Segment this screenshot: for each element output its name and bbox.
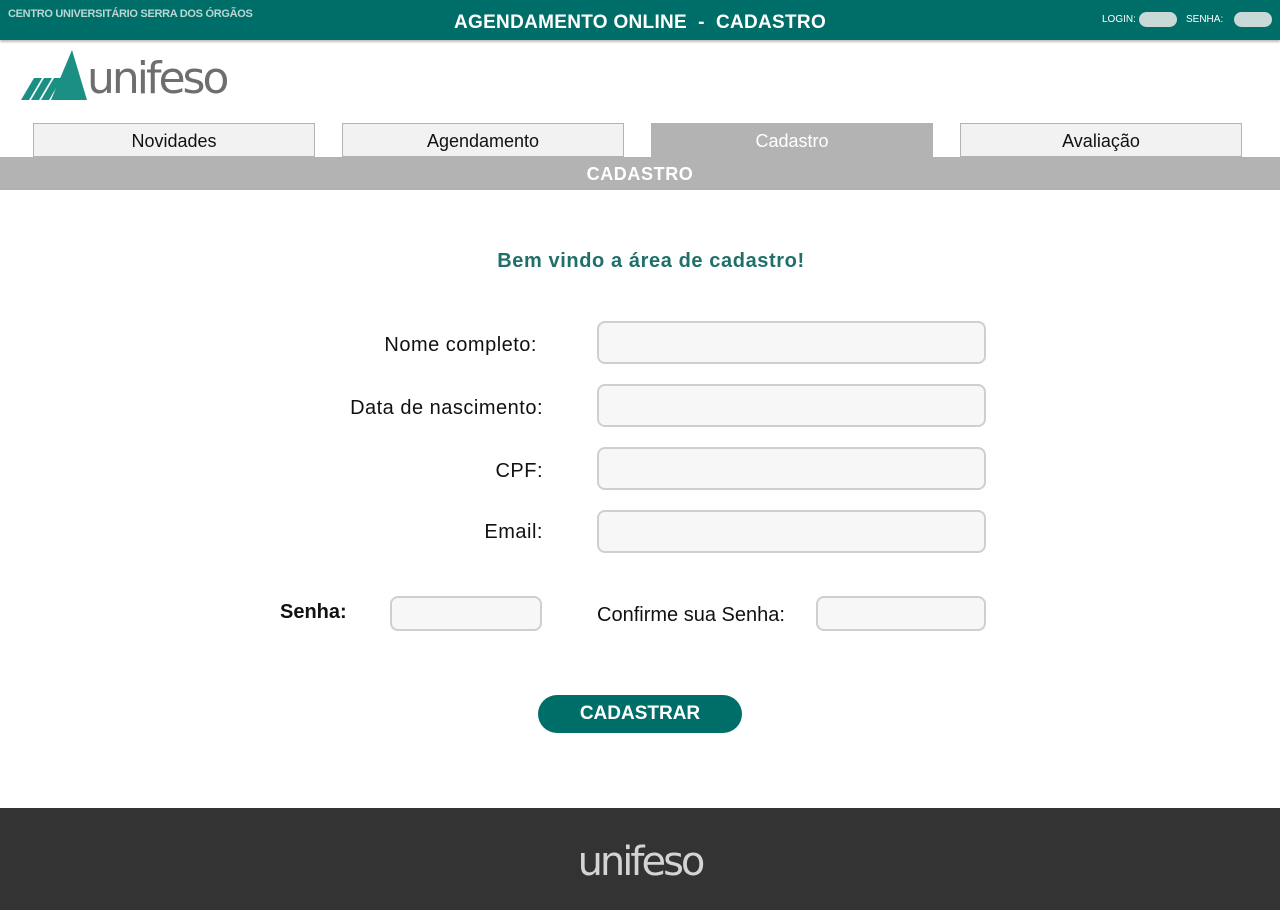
login-label: LOGIN: [1102,14,1136,25]
header-password-input[interactable] [1234,12,1272,27]
cpf-label: CPF: [495,460,543,482]
tab-label: Novidades [131,131,217,151]
welcome-message: Bem vindo a área de cadastro! [497,250,805,272]
full-name-input[interactable] [597,321,986,364]
full-name-label: Nome completo: [384,334,537,356]
password-input[interactable] [390,596,542,631]
tab-agendamento[interactable]: Agendamento [342,123,624,157]
tab-novidades[interactable]: Novidades [33,123,315,157]
tab-cadastro[interactable]: Cadastro [651,123,933,157]
footer-logo: unifeso [577,839,706,885]
cadastrar-button[interactable]: CADASTRAR [538,695,742,733]
confirm-password-label: Confirme sua Senha: [597,604,785,626]
tab-label: Cadastro [755,131,829,151]
unifeso-logo[interactable]: unifeso [20,50,229,104]
email-input[interactable] [597,510,986,553]
login-input[interactable] [1139,12,1177,27]
logo-wordmark: unifeso [87,53,229,104]
email-label: Email: [484,521,543,543]
password-label: Senha: [280,601,347,623]
header-password-label: SENHA: [1186,14,1224,25]
section-title: CADASTRO [586,164,694,184]
tab-avaliacao[interactable]: Avaliação [960,123,1242,157]
footer: unifeso [0,808,1280,910]
birth-date-input[interactable] [597,384,986,427]
mountain-logo-icon [21,50,87,100]
tab-label: Avaliação [1062,131,1140,151]
confirm-password-input[interactable] [816,596,986,631]
cpf-input[interactable] [597,447,986,490]
page-title: AGENDAMENTO ONLINE - CADASTRO [453,12,827,33]
section-header: CADASTRO [0,157,1280,190]
top-header-bar: CENTRO UNIVERSITÁRIO SERRA DOS ÓRGÃOS AG… [0,0,1280,40]
tab-label: Agendamento [426,131,540,151]
birth-date-label: Data de nascimento: [350,397,543,419]
